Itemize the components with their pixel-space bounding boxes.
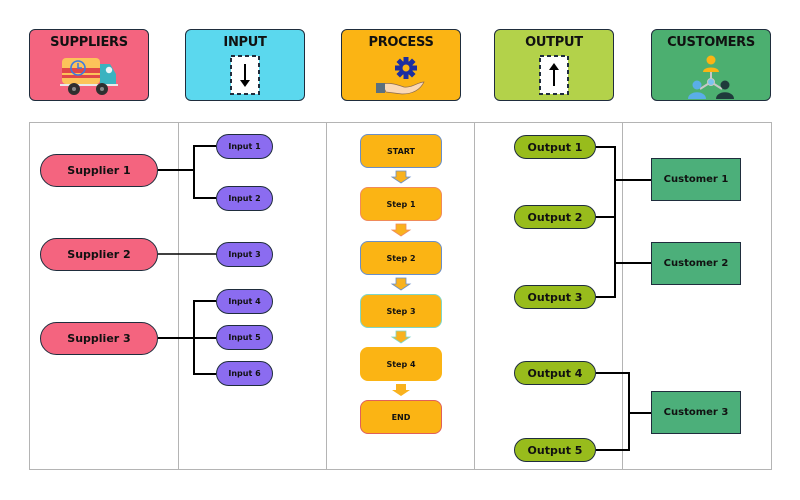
process-step-3[interactable]: Step 3 — [360, 294, 442, 328]
output-title: OUTPUT — [525, 35, 583, 50]
supplier-node[interactable]: Supplier 1 — [40, 154, 158, 187]
input-node[interactable]: Input 3 — [216, 242, 273, 267]
customer-node[interactable]: Customer 1 — [651, 158, 741, 201]
output-node[interactable]: Output 1 — [514, 135, 596, 159]
output-node[interactable]: Output 4 — [514, 361, 596, 385]
input-node[interactable]: Input 1 — [216, 134, 273, 159]
output-header: OUTPUT — [494, 29, 614, 101]
column-divider — [326, 122, 327, 470]
column-divider — [474, 122, 475, 470]
input-header: INPUT — [185, 29, 305, 101]
input-node[interactable]: Input 2 — [216, 186, 273, 211]
output-node[interactable]: Output 5 — [514, 438, 596, 462]
process-title: PROCESS — [368, 35, 434, 50]
up-arrow-icon — [539, 55, 569, 95]
customers-header: CUSTOMERS — [651, 29, 771, 101]
process-step-2[interactable]: Step 2 — [360, 241, 442, 275]
input-title: INPUT — [223, 35, 267, 50]
output-node[interactable]: Output 3 — [514, 285, 596, 309]
customers-title: CUSTOMERS — [667, 35, 755, 50]
process-step-4[interactable]: Step 4 — [360, 347, 442, 381]
column-divider — [178, 122, 179, 470]
input-node[interactable]: Input 4 — [216, 289, 273, 314]
input-node[interactable]: Input 6 — [216, 361, 273, 386]
process-header: PROCESS — [341, 29, 461, 101]
process-step-end[interactable]: END — [360, 400, 442, 434]
process-step-1[interactable]: Step 1 — [360, 187, 442, 221]
column-divider — [622, 122, 623, 470]
process-step-start[interactable]: START — [360, 134, 442, 168]
down-arrow-icon — [230, 55, 260, 95]
output-node[interactable]: Output 2 — [514, 205, 596, 229]
delivery-truck-icon — [60, 58, 118, 95]
supplier-node[interactable]: Supplier 2 — [40, 238, 158, 271]
customer-node[interactable]: Customer 3 — [651, 391, 741, 434]
people-network-icon — [688, 55, 734, 99]
gear-hand-icon — [376, 57, 425, 95]
customer-node[interactable]: Customer 2 — [651, 242, 741, 285]
input-node[interactable]: Input 5 — [216, 325, 273, 350]
suppliers-title: SUPPLIERS — [50, 35, 128, 50]
supplier-node[interactable]: Supplier 3 — [40, 322, 158, 355]
suppliers-header: SUPPLIERS — [29, 29, 149, 101]
